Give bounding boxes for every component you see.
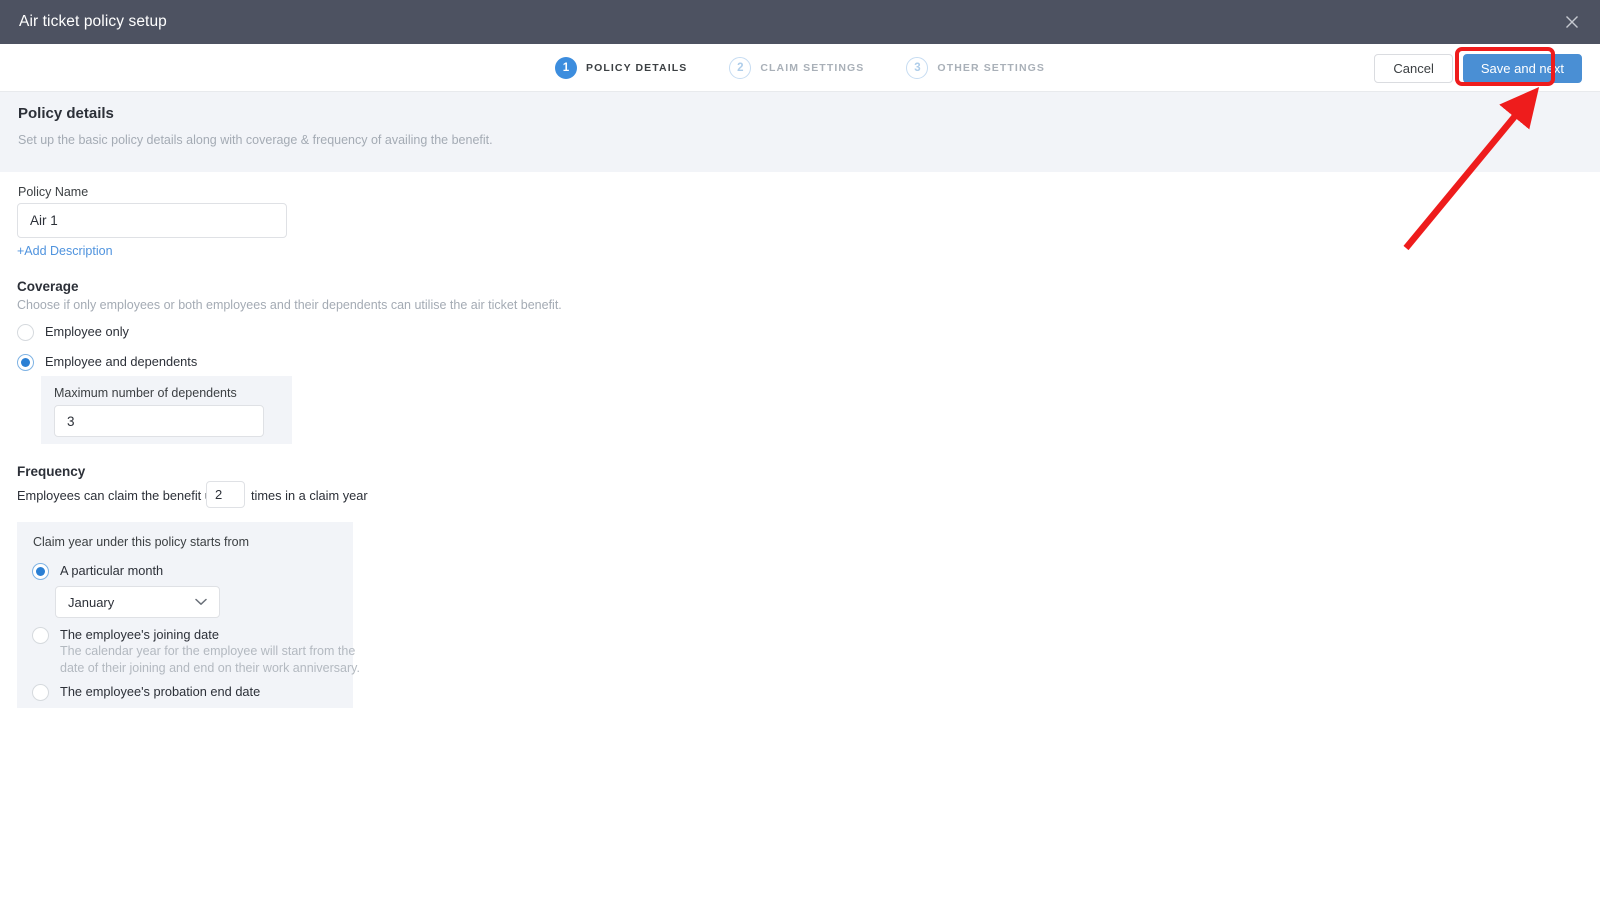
coverage-option-employee-and-dependents[interactable]: Employee and dependents — [17, 353, 197, 371]
coverage-section-subtitle: Choose if only employees or both employe… — [17, 298, 562, 312]
step-3-label: OTHER SETTINGS — [937, 62, 1045, 74]
cancel-button[interactable]: Cancel — [1374, 53, 1453, 83]
coverage-option-employee-and-dependents-label: Employee and dependents — [45, 354, 198, 369]
claim-year-panel: Claim year under this policy starts from… — [17, 522, 360, 708]
month-select[interactable]: January — [55, 586, 220, 618]
step-policy-details[interactable]: 1 POLICY DETAILS — [554, 57, 688, 79]
max-dependents-panel: Maximum number of dependents — [41, 376, 292, 444]
radio-joining-date[interactable] — [32, 627, 49, 644]
radio-particular-month[interactable] — [32, 563, 49, 580]
claim-year-option-joining-date[interactable]: The employee's joining date The calendar… — [32, 626, 360, 677]
claim-year-option-probation-end-date-label: The employee's probation end date — [60, 684, 261, 699]
radio-employee-only[interactable] — [17, 324, 34, 341]
step-1-number: 1 — [554, 57, 577, 79]
dialog-actions: Cancel Save and next — [1374, 44, 1582, 92]
step-2-label: CLAIM SETTINGS — [760, 62, 865, 74]
frequency-section-title: Frequency — [17, 464, 86, 479]
step-1-label: POLICY DETAILS — [585, 62, 688, 74]
radio-probation-end-date[interactable] — [32, 684, 49, 701]
coverage-option-employee-only-label: Employee only — [45, 324, 129, 339]
policy-name-input[interactable] — [17, 203, 287, 238]
step-claim-settings[interactable]: 2 CLAIM SETTINGS — [729, 57, 864, 79]
dialog-title: Air ticket policy setup — [19, 13, 167, 30]
page-subtitle: Set up the basic policy details along wi… — [18, 133, 493, 147]
frequency-prefix-text: Employees can claim the benefit up to — [17, 488, 234, 503]
step-3-number: 3 — [906, 57, 929, 79]
coverage-option-employee-only[interactable]: Employee only — [17, 323, 129, 341]
claim-year-option-joining-date-help: The calendar year for the employee will … — [60, 644, 360, 675]
claim-year-option-probation-end-date[interactable]: The employee's probation end date — [32, 683, 260, 701]
coverage-section-title: Coverage — [17, 279, 79, 294]
air-ticket-policy-setup-dialog: Air ticket policy setup 1 POLICY DETAILS… — [0, 0, 1600, 920]
max-dependents-label: Maximum number of dependents — [54, 386, 237, 400]
close-icon[interactable] — [1558, 8, 1586, 36]
max-dependents-input[interactable] — [54, 405, 264, 437]
claim-year-option-particular-month-label: A particular month — [60, 563, 164, 578]
policy-details-banner: Policy details Set up the basic policy d… — [0, 92, 1600, 172]
frequency-suffix-text: times in a claim year — [251, 488, 368, 503]
wizard-steps: 1 POLICY DETAILS 2 CLAIM SETTINGS 3 OTHE… — [0, 44, 1600, 92]
claim-year-option-joining-date-label: The employee's joining date — [60, 627, 219, 642]
wizard-stepbar: 1 POLICY DETAILS 2 CLAIM SETTINGS 3 OTHE… — [0, 44, 1600, 92]
frequency-times-input[interactable] — [206, 481, 245, 508]
month-select-value: January — [68, 594, 115, 610]
policy-name-label: Policy Name — [18, 185, 89, 199]
page-title: Policy details — [18, 105, 114, 122]
step-other-settings[interactable]: 3 OTHER SETTINGS — [906, 57, 1045, 79]
radio-employee-and-dependents[interactable] — [17, 354, 34, 371]
chevron-down-icon — [195, 593, 207, 611]
claim-year-label: Claim year under this policy starts from — [33, 535, 250, 549]
step-2-number: 2 — [729, 57, 752, 79]
add-description-link[interactable]: +Add Description — [17, 244, 113, 258]
save-and-next-button[interactable]: Save and next — [1462, 53, 1582, 83]
claim-year-option-particular-month[interactable]: A particular month — [32, 562, 163, 580]
dialog-titlebar: Air ticket policy setup — [0, 0, 1600, 44]
